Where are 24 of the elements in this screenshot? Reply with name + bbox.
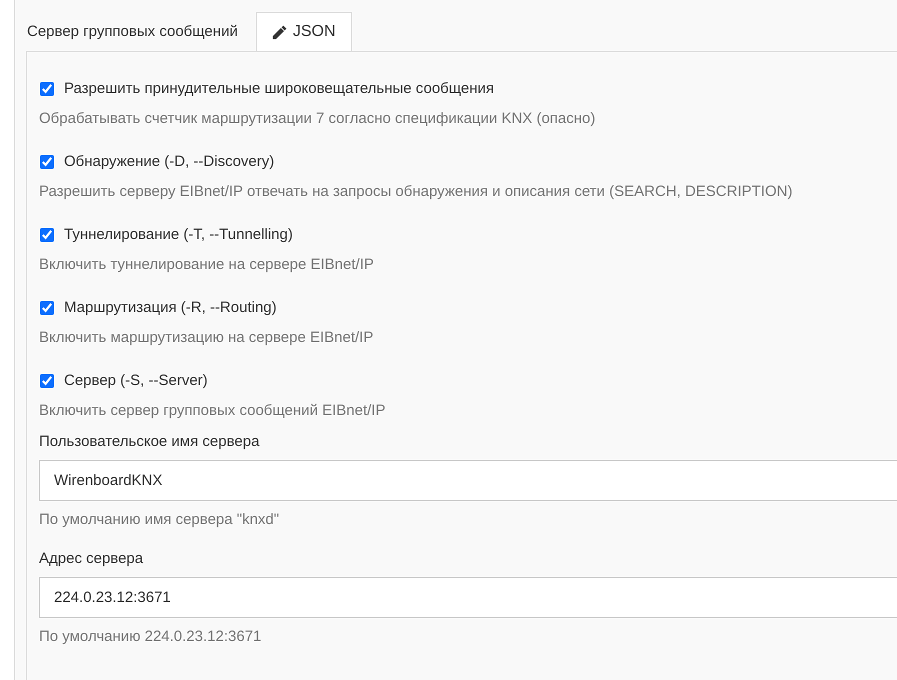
checkbox[interactable] [40, 82, 54, 96]
checkbox[interactable] [40, 301, 54, 315]
section-title: Сервер групповых сообщений [26, 23, 239, 42]
pencil-icon [272, 24, 287, 40]
option-description: Разрешить серверу EIBnet/IP отвечать на запросы обнаружения и описания сети (SEARCH, DESCRIPTION) [39, 182, 794, 202]
checkbox[interactable] [40, 155, 54, 169]
option-label[interactable]: Маршрутизация (-R, --Routing) [64, 298, 277, 318]
field-label: Адрес сервера [39, 549, 144, 569]
field-label: Пользовательское имя сервера [39, 432, 260, 452]
field-help: По умолчанию имя сервера "knxd" [39, 510, 280, 530]
checkbox[interactable] [40, 374, 54, 388]
option-label[interactable]: Туннелирование (-T, --Tunnelling) [64, 225, 293, 245]
option-description: Включить туннелирование на сервере EIBnet/IP [39, 255, 375, 275]
option-label[interactable]: Обнаружение (-D, --Discovery) [64, 152, 274, 172]
field-help: По умолчанию 224.0.23.12:3671 [39, 627, 262, 647]
json-button[interactable]: JSON [256, 12, 352, 51]
option-description: Обрабатывать счетчик маршрутизации 7 согласно спецификации KNX (опасно) [39, 109, 596, 129]
option-description: Включить маршрутизацию на сервере EIBnet/IP [39, 328, 374, 348]
checkbox[interactable] [40, 228, 54, 242]
text-field[interactable]: WirenboardKNX [39, 460, 897, 501]
option-label[interactable]: Разрешить принудительные широковещательные сообщения [64, 79, 494, 99]
option-label[interactable]: Сервер (-S, --Server) [64, 371, 208, 391]
option-description: Включить сервер групповых сообщений EIBnet/IP [39, 401, 386, 421]
text-field[interactable]: 224.0.23.12:3671 [39, 577, 897, 618]
